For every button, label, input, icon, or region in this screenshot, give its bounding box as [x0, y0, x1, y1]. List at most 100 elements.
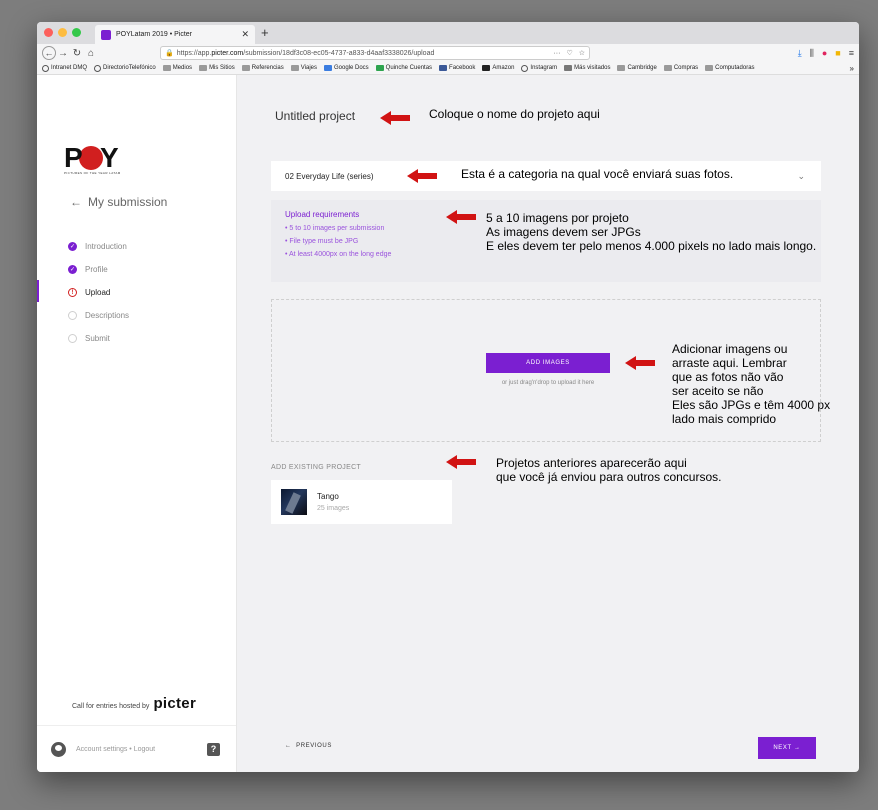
chevron-down-icon: ⌄	[797, 171, 805, 181]
poy-logo: P Y PICTURES OF THE YEAR LATAM	[64, 142, 120, 178]
window-controls	[44, 28, 81, 37]
step-profile[interactable]: ✓ Profile	[68, 258, 129, 281]
step-descriptions[interactable]: Descriptions	[68, 304, 129, 327]
arrow-left-icon: ←	[285, 743, 297, 749]
step-label: Descriptions	[85, 311, 130, 320]
project-thumbnail	[281, 489, 307, 515]
bookmark-item[interactable]: Intranet DMQ	[42, 64, 87, 72]
bookmark-item[interactable]: Más visitados	[564, 65, 610, 71]
annotation-category: Esta é a categoria na qual você enviará …	[461, 167, 734, 181]
nav-bar: ← → ↻ ⌂ 🔒 https://app. picter.com/submiss…	[37, 44, 859, 62]
active-step-indicator	[37, 280, 39, 302]
alert-icon: !	[68, 288, 77, 297]
bookmark-star-icon[interactable]: ☆	[579, 49, 585, 57]
minimize-window-button[interactable]	[58, 28, 67, 37]
maximize-window-button[interactable]	[72, 28, 81, 37]
hosted-text: Call for entries hosted by	[72, 703, 150, 710]
url-prefix: https://app.	[176, 49, 212, 57]
step-introduction[interactable]: ✓ Introduction	[68, 235, 129, 258]
next-button[interactable]: NEXT →	[758, 737, 816, 759]
folder-icon	[663, 65, 672, 71]
picter-favicon-icon	[101, 29, 111, 40]
browser-tab[interactable]: POYLatam 2019 • Picter ✕	[95, 25, 255, 44]
reload-icon[interactable]: ↻	[70, 48, 84, 59]
step-upload[interactable]: ! Upload	[68, 281, 129, 304]
library-icon[interactable]: ⫼	[810, 48, 814, 59]
bookmark-item[interactable]: Viajes	[290, 65, 317, 71]
step-label: Submit	[85, 334, 110, 343]
account-footer: Account settings • Logout ?	[37, 725, 236, 772]
globe-icon	[42, 64, 49, 72]
next-label: NEXT	[773, 745, 792, 751]
arrow-right-icon: →	[791, 745, 801, 751]
folder-icon	[162, 65, 171, 71]
address-bar[interactable]: 🔒 https://app. picter.com/submission/18df…	[160, 46, 590, 60]
browser-forward-icon[interactable]: →	[56, 48, 70, 59]
lock-icon: 🔒	[165, 50, 174, 57]
bookmarks-bar: Intranet DMQ DirectorioTelefónico Medios…	[37, 62, 859, 75]
folder-icon	[705, 65, 714, 71]
folder-icon	[241, 65, 250, 71]
home-icon[interactable]: ⌂	[84, 48, 98, 59]
add-images-button[interactable]: ADD IMAGES	[486, 353, 610, 373]
bookmark-item[interactable]: Google Docs	[323, 65, 369, 71]
sidebar: P Y PICTURES OF THE YEAR LATAM ← My subm…	[37, 75, 237, 772]
project-card-count: 25 images	[317, 505, 350, 512]
bookmark-item[interactable]: Mis Sitios	[199, 65, 235, 71]
annotation-existing: Projetos anteriores aparecerão aqui que …	[496, 456, 722, 484]
project-card-text: Tango 25 images	[317, 492, 349, 512]
close-tab-icon[interactable]: ✕	[241, 29, 249, 40]
annotation-arrow-icon	[380, 111, 410, 125]
bookmark-item[interactable]: Instagram	[521, 64, 557, 72]
picter-logo[interactable]: picter	[153, 695, 196, 712]
bookmark-item[interactable]: Medios	[162, 65, 192, 71]
check-icon: ✓	[68, 265, 77, 274]
logo-tagline: PICTURES OF THE YEAR LATAM	[64, 171, 121, 175]
avatar-icon[interactable]	[51, 741, 66, 757]
new-tab-button[interactable]: +	[261, 25, 269, 40]
hosted-by: Call for entries hosted by picter	[72, 695, 196, 712]
project-card-title: Tango	[317, 492, 339, 501]
step-submit[interactable]: Submit	[68, 327, 129, 350]
existing-project-card[interactable]: Tango 25 images	[271, 480, 452, 524]
toolbar-icons: ⤓ ⫼ ● ■ ≡	[798, 48, 854, 59]
bookmark-item[interactable]: Amazon	[482, 65, 514, 71]
gear-icon	[564, 65, 573, 71]
my-submission-label: My submission	[88, 195, 168, 209]
folder-icon	[290, 65, 299, 71]
bookmark-item[interactable]: Compras	[663, 65, 698, 71]
bookmark-item[interactable]: Quinche Cuentas	[375, 65, 432, 71]
extension-note-icon[interactable]: ■	[835, 48, 840, 59]
arrow-left-icon: ←	[70, 195, 82, 209]
step-list: ✓ Introduction ✓ Profile ! Upload Descri…	[68, 235, 129, 350]
bookmark-item[interactable]: DirectorioTelefónico	[94, 64, 156, 72]
facebook-icon	[439, 65, 448, 71]
bookmarks-overflow-icon[interactable]: »	[850, 64, 854, 73]
pocket-icon[interactable]: ♡	[566, 49, 572, 57]
logo-letter-y: Y	[100, 142, 119, 173]
empty-circle-icon	[68, 334, 77, 343]
browser-back-icon[interactable]: ←	[42, 46, 56, 60]
bookmark-item[interactable]: Cambridge	[617, 65, 657, 71]
my-submission-link[interactable]: ← My submission	[70, 195, 167, 209]
bookmark-item[interactable]: Facebook	[439, 65, 475, 71]
account-settings-link[interactable]: Account settings • Logout	[76, 746, 155, 753]
previous-button[interactable]: ← PREVIOUS	[285, 743, 332, 749]
tab-title: POYLatam 2019 • Picter	[116, 31, 192, 38]
folder-icon	[617, 65, 626, 71]
project-title-input[interactable]: Untitled project	[275, 109, 355, 123]
bookmark-item[interactable]: Referencias	[241, 65, 284, 71]
url-path: /submission/18df3c08-ec05-4737-a833-d4aa…	[243, 49, 435, 57]
downloads-icon[interactable]: ⤓	[798, 48, 802, 59]
page-actions-icon[interactable]: ···	[553, 50, 560, 57]
step-label: Introduction	[85, 242, 127, 251]
close-window-button[interactable]	[44, 28, 53, 37]
annotation-arrow-icon	[625, 356, 655, 370]
bookmark-item[interactable]: Computadoras	[705, 65, 755, 71]
extension-record-icon[interactable]: ●	[822, 48, 827, 59]
folder-icon	[199, 65, 208, 71]
step-label: Upload	[85, 288, 111, 297]
help-icon[interactable]: ?	[207, 742, 220, 756]
logo-letter-p: P	[64, 142, 83, 173]
menu-icon[interactable]: ≡	[849, 48, 854, 59]
